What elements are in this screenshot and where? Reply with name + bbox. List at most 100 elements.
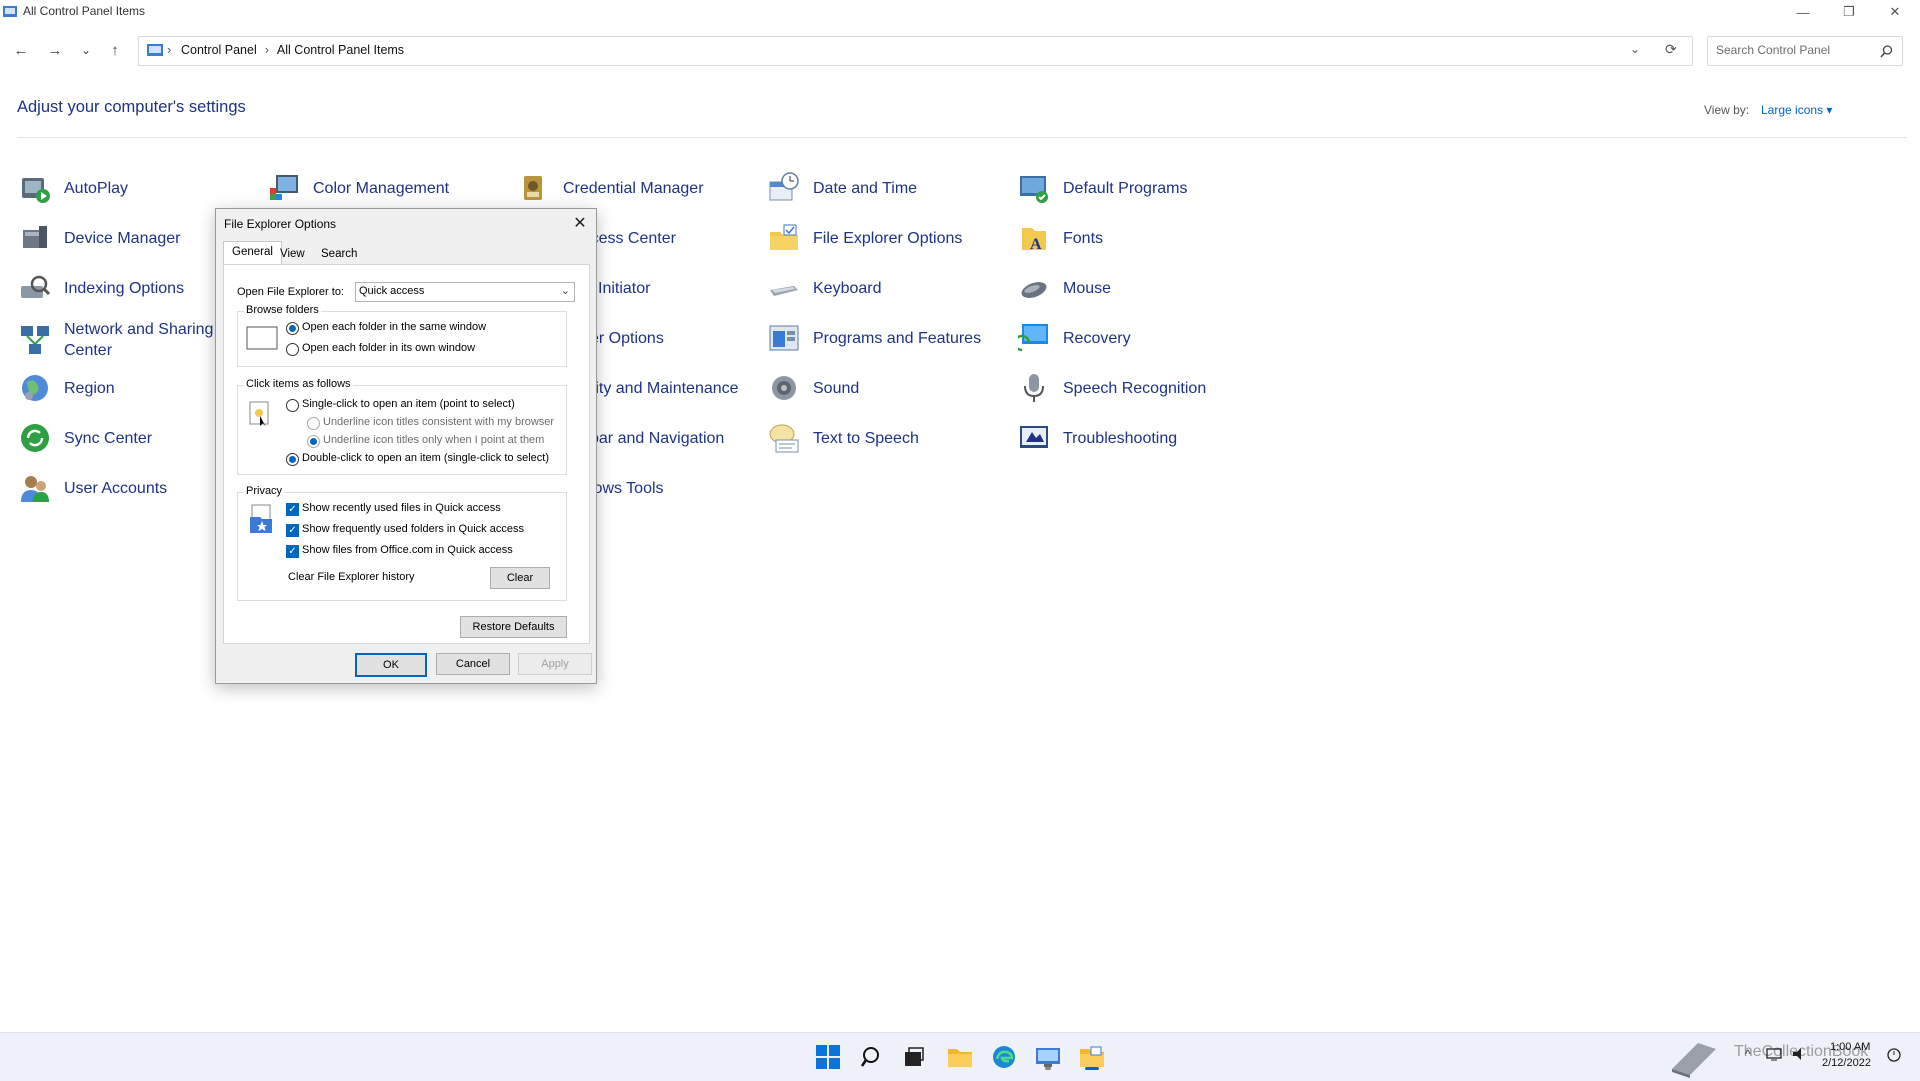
breadcrumb-all-items[interactable]: All Control Panel Items bbox=[277, 43, 404, 57]
item-label: Speech Recognition bbox=[1063, 379, 1207, 397]
item-color-management[interactable]: Color Management bbox=[268, 166, 449, 210]
item-label: AutoPlay bbox=[64, 179, 129, 197]
troubleshooting-icon bbox=[1020, 426, 1048, 448]
tab-view[interactable]: View bbox=[272, 244, 313, 264]
edge-taskbar-button[interactable] bbox=[988, 1041, 1020, 1073]
double-click-radio[interactable] bbox=[286, 453, 299, 466]
tab-search[interactable]: Search bbox=[313, 244, 365, 264]
recent-files-label[interactable]: Show recently used files in Quick access bbox=[302, 502, 501, 514]
dialog-close-button[interactable]: ✕ bbox=[570, 213, 590, 233]
close-window-button[interactable]: ✕ bbox=[1872, 0, 1918, 24]
search-input[interactable]: Search Control Panel bbox=[1716, 43, 1830, 57]
recovery-icon bbox=[1018, 324, 1048, 352]
item-security-maintenance[interactable]: rity and Maintenance bbox=[590, 366, 739, 410]
item-credential-manager[interactable]: Credential Manager bbox=[518, 166, 704, 210]
address-dropdown-button[interactable]: ⌄ bbox=[1630, 42, 1640, 56]
item-region[interactable]: Region bbox=[19, 366, 115, 410]
running-indicator bbox=[1045, 1067, 1051, 1070]
item-default-programs[interactable]: Default Programs bbox=[1018, 166, 1188, 210]
frequent-folders-checkbox[interactable]: ✓ bbox=[286, 524, 299, 537]
network-icon[interactable] bbox=[1766, 1047, 1782, 1061]
item-label: Indexing Options bbox=[64, 279, 185, 297]
item-label: Region bbox=[64, 379, 115, 397]
double-click-label[interactable]: Double-click to open an item (single-cli… bbox=[302, 452, 549, 464]
refresh-button[interactable]: ⟳ bbox=[1665, 41, 1677, 58]
file-explorer-taskbar-button[interactable] bbox=[944, 1041, 976, 1073]
file-explorer-options-icon bbox=[1080, 1046, 1104, 1067]
office-files-checkbox[interactable]: ✓ bbox=[286, 545, 299, 558]
privacy-legend: Privacy bbox=[244, 485, 285, 497]
maximize-button[interactable]: ❐ bbox=[1826, 0, 1872, 24]
item-indexing-options[interactable]: Indexing Options bbox=[19, 266, 184, 310]
click-items-legend: Click items as follows bbox=[244, 378, 353, 390]
office-files-label[interactable]: Show files from Office.com in Quick acce… bbox=[302, 544, 513, 556]
file-explorer-options-taskbar-button[interactable] bbox=[1076, 1041, 1108, 1073]
open-to-dropdown[interactable]: Quick access ⌄ bbox=[355, 282, 575, 302]
item-power-options[interactable]: er Options bbox=[590, 316, 664, 360]
text-to-speech-icon bbox=[769, 424, 799, 453]
item-network-sharing[interactable]: Network and Sharing Center bbox=[19, 316, 224, 364]
clock-date[interactable]: 2/12/2022 bbox=[1822, 1057, 1871, 1069]
back-button[interactable]: ← bbox=[8, 38, 34, 62]
minimize-button[interactable]: — bbox=[1780, 0, 1826, 24]
item-autoplay[interactable]: AutoPlay bbox=[19, 166, 128, 210]
item-device-manager[interactable]: Device Manager bbox=[19, 216, 181, 260]
item-taskbar-navigation[interactable]: bar and Navigation bbox=[590, 416, 724, 460]
item-user-accounts[interactable]: User Accounts bbox=[19, 466, 167, 510]
browse-folders-group: Browse folders Open each folder in the s… bbox=[237, 304, 567, 367]
sync-center-icon bbox=[21, 424, 49, 452]
recent-files-checkbox[interactable]: ✓ bbox=[286, 503, 299, 516]
taskbar: TheCollectionBook ^ 1:00 AM 2/12/2022 bbox=[0, 1032, 1920, 1081]
item-iscsi-initiator[interactable]: l Initiator bbox=[590, 266, 650, 310]
volume-icon[interactable] bbox=[1792, 1047, 1808, 1061]
item-recovery[interactable]: Recovery bbox=[1018, 316, 1131, 360]
single-click-radio[interactable] bbox=[286, 399, 299, 412]
item-keyboard[interactable]: Keyboard bbox=[768, 266, 882, 310]
mouse-icon bbox=[1021, 282, 1047, 298]
item-fonts[interactable]: A Fonts bbox=[1018, 216, 1103, 260]
breadcrumb-control-panel[interactable]: Control Panel bbox=[181, 43, 257, 57]
item-text-to-speech[interactable]: Text to Speech bbox=[768, 416, 919, 460]
privacy-icon bbox=[250, 504, 272, 533]
tray-chevron-up-icon[interactable]: ^ bbox=[1745, 1047, 1751, 1061]
item-mouse[interactable]: Mouse bbox=[1018, 266, 1111, 310]
item-troubleshooting[interactable]: Troubleshooting bbox=[1018, 416, 1177, 460]
recent-locations-button[interactable]: ⌄ bbox=[73, 38, 99, 62]
single-click-label[interactable]: Single-click to open an item (point to s… bbox=[302, 398, 515, 410]
search-icon[interactable] bbox=[1880, 45, 1893, 58]
title-bar: All Control Panel Items — ❐ ✕ bbox=[0, 0, 1920, 24]
item-sync-center[interactable]: Sync Center bbox=[19, 416, 152, 460]
item-date-time[interactable]: Date and Time bbox=[768, 166, 917, 210]
search-box[interactable]: Search Control Panel bbox=[1707, 36, 1903, 66]
address-bar[interactable]: › Control Panel › All Control Panel Item… bbox=[138, 36, 1693, 66]
restore-defaults-button[interactable]: Restore Defaults bbox=[460, 616, 567, 638]
browse-own-window-radio[interactable] bbox=[286, 343, 299, 356]
browse-same-window-radio[interactable] bbox=[286, 322, 299, 335]
up-button[interactable]: ↑ bbox=[102, 38, 128, 62]
item-speech-recognition[interactable]: Speech Recognition bbox=[1018, 366, 1206, 410]
device-manager-icon bbox=[23, 226, 47, 248]
forward-button[interactable]: → bbox=[42, 38, 68, 62]
control-panel-taskbar-button[interactable] bbox=[1032, 1041, 1064, 1073]
clear-history-button[interactable]: Clear bbox=[490, 567, 550, 589]
privacy-group: Privacy ✓ Show recently used files in Qu… bbox=[237, 485, 567, 601]
notification-icon[interactable] bbox=[1886, 1047, 1902, 1063]
item-programs-features[interactable]: Programs and Features bbox=[768, 316, 981, 360]
item-sound[interactable]: Sound bbox=[768, 366, 859, 410]
cancel-button[interactable]: Cancel bbox=[436, 653, 510, 675]
item-file-explorer-options[interactable]: File Explorer Options bbox=[768, 216, 962, 260]
view-by-dropdown[interactable]: Large icons ▾ bbox=[1761, 103, 1832, 117]
browse-same-window-label[interactable]: Open each folder in the same window bbox=[302, 321, 486, 333]
item-label: er Options bbox=[590, 329, 664, 347]
browse-own-window-label[interactable]: Open each folder in its own window bbox=[302, 342, 475, 354]
item-label: Credential Manager bbox=[563, 179, 704, 197]
frequent-folders-label[interactable]: Show frequently used folders in Quick ac… bbox=[302, 523, 524, 535]
item-label: Default Programs bbox=[1063, 179, 1188, 197]
ok-button[interactable]: OK bbox=[355, 653, 427, 677]
clock-time[interactable]: 1:00 AM bbox=[1830, 1041, 1870, 1053]
item-label: Device Manager bbox=[64, 229, 181, 247]
task-view-button[interactable] bbox=[898, 1041, 930, 1073]
search-taskbar-button[interactable] bbox=[856, 1041, 888, 1073]
start-button[interactable] bbox=[812, 1041, 844, 1073]
item-windows-tools[interactable]: lows Tools bbox=[590, 466, 664, 510]
